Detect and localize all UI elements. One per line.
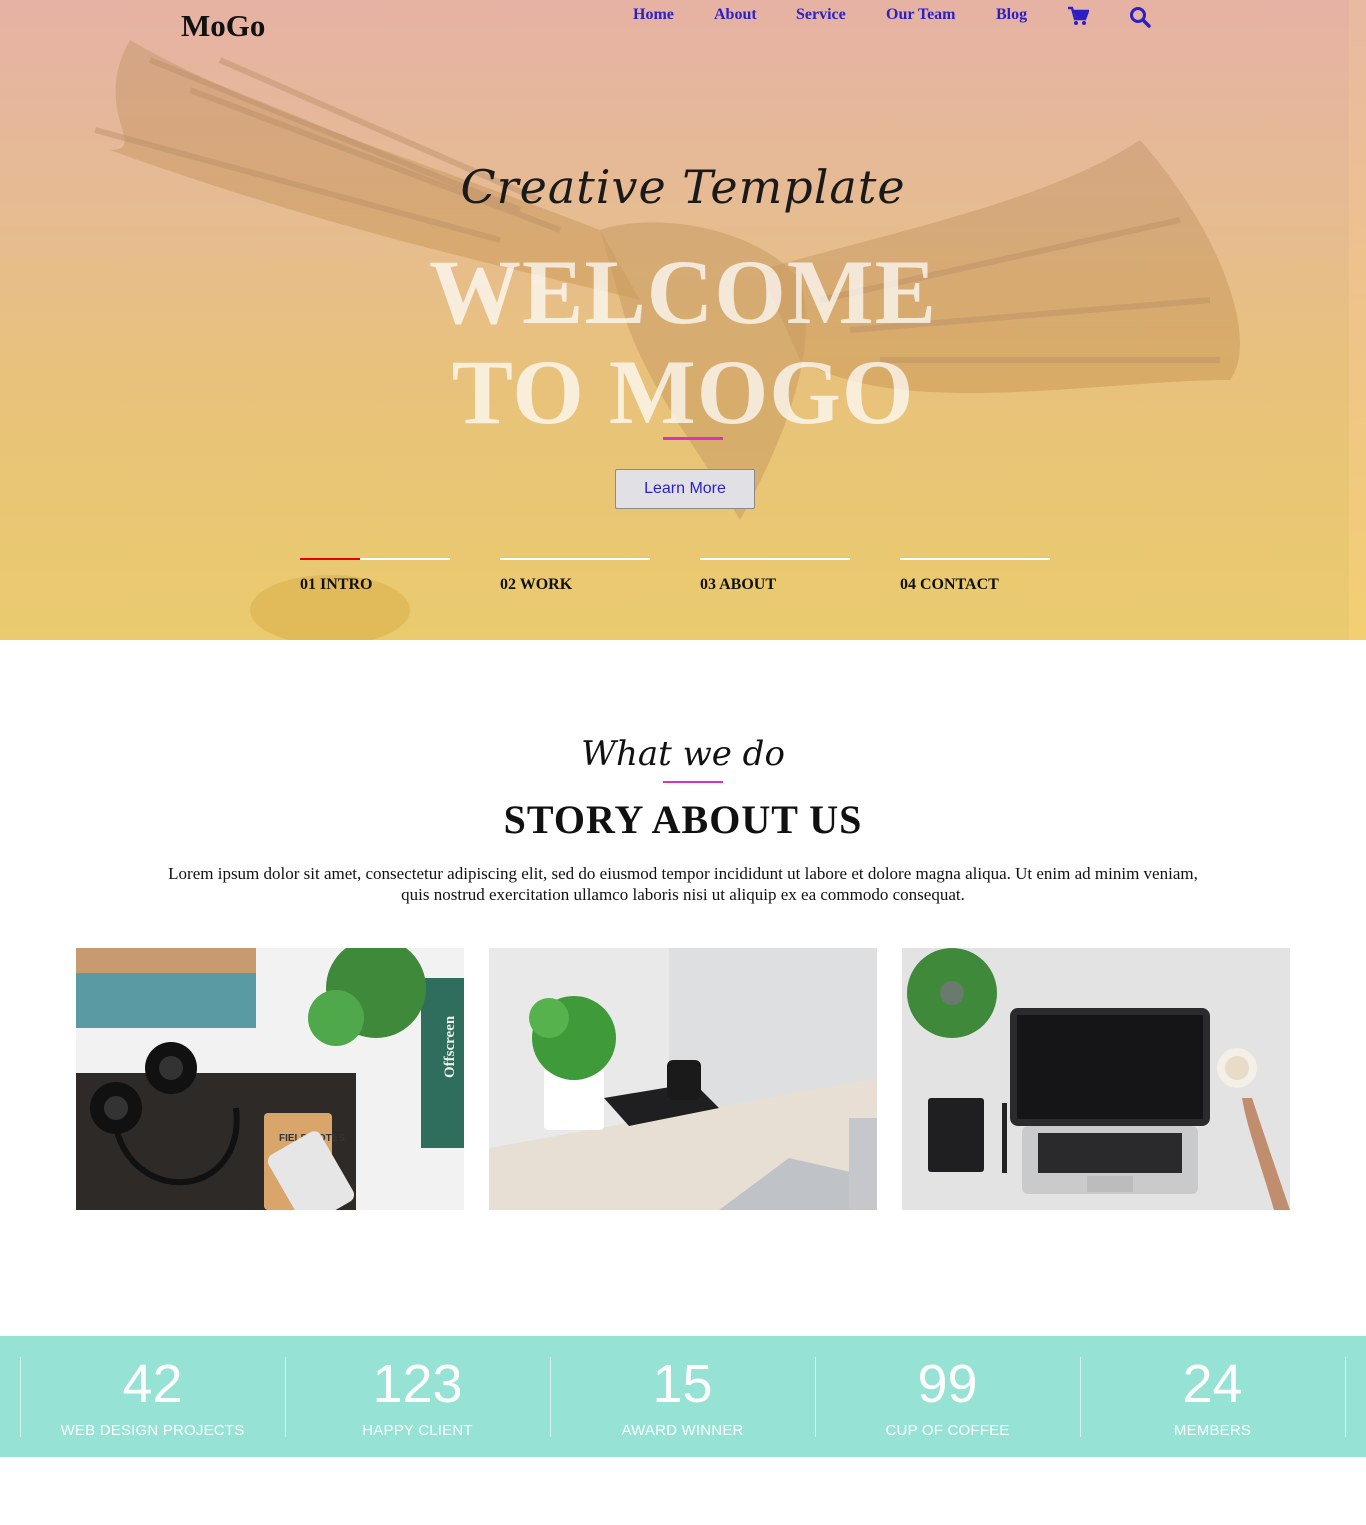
step-progress-bar [500,558,650,560]
stat-value: 42 [122,1354,183,1414]
step-label: 04 CONTACT [900,576,999,593]
learn-more-button[interactable]: Learn More [615,469,755,509]
hero-headline-line-1: WELCOME [429,241,937,343]
step-label: 02 WORK [500,576,573,593]
stat-divider [1345,1357,1346,1437]
nav-link-our-team[interactable]: Our Team [886,6,956,24]
workspace-headphones-photo: Offscreen FIELD NOTES [76,948,464,1210]
step-about[interactable]: 03 ABOUT [700,558,850,594]
stat-value: 15 [652,1354,713,1414]
stat-value: 99 [917,1354,978,1414]
stat-happy-client: 123 HAPPY CLIENT [285,1354,550,1439]
stat-cup-of-coffee: 99 CUP OF COFFEE [815,1354,1080,1439]
stat-label: CUP OF COFFEE [885,1422,1010,1439]
stat-members: 24 MEMBERS [1080,1354,1345,1439]
stat-label: MEMBERS [1173,1422,1252,1439]
step-intro[interactable]: 01 INTRO [300,558,450,594]
step-label: 01 INTRO [300,576,373,593]
stat-value: 123 [372,1354,463,1414]
story-subtitle: What we do [581,734,785,774]
stat-label: WEB DESIGN PROJECTS [60,1422,245,1439]
laptop-coffee-photo [902,948,1290,1210]
step-progress-bar [700,558,850,560]
hero-tagline: Creative Template [460,160,906,214]
hero-headline-line-2: TO MOGO [451,341,915,443]
desk-plant-camera-photo [489,948,877,1210]
step-progress-bar [300,558,450,560]
nav-link-service[interactable]: Service [796,6,846,24]
hero-headline: WELCOME TO MOGO [0,242,1349,442]
story-title: STORY ABOUT US [503,797,863,842]
step-contact[interactable]: 04 CONTACT [900,558,1050,594]
nav-link-home[interactable]: Home [633,6,674,24]
hero-edge-strip [1349,0,1366,640]
hero-accent-divider [663,437,723,440]
step-progress-bar [900,558,1050,560]
story-accent-divider [663,781,723,783]
stat-web-design-projects: 42 WEB DESIGN PROJECTS [20,1354,285,1439]
stat-award-winner: 15 AWARD WINNER [550,1354,815,1439]
step-label: 03 ABOUT [700,576,777,593]
search-icon[interactable] [1129,6,1151,33]
main-nav: Home About Service Our Team Blog [0,6,1349,36]
offscreen-magazine-text: Offscreen [442,1015,458,1078]
story-description: Lorem ipsum dolor sit amet, consectetur … [168,864,1198,904]
hero-section: MoGo Home About Service Our Team Blog Cr… [0,0,1349,640]
stat-value: 24 [1182,1354,1243,1414]
cart-icon[interactable] [1067,6,1090,31]
nav-link-blog[interactable]: Blog [996,6,1027,24]
step-work[interactable]: 02 WORK [500,558,650,594]
stats-bar: 42 WEB DESIGN PROJECTS 123 HAPPY CLIENT … [0,1336,1366,1457]
stat-label: AWARD WINNER [621,1422,744,1439]
nav-link-about[interactable]: About [714,6,757,24]
stat-label: HAPPY CLIENT [362,1422,473,1439]
